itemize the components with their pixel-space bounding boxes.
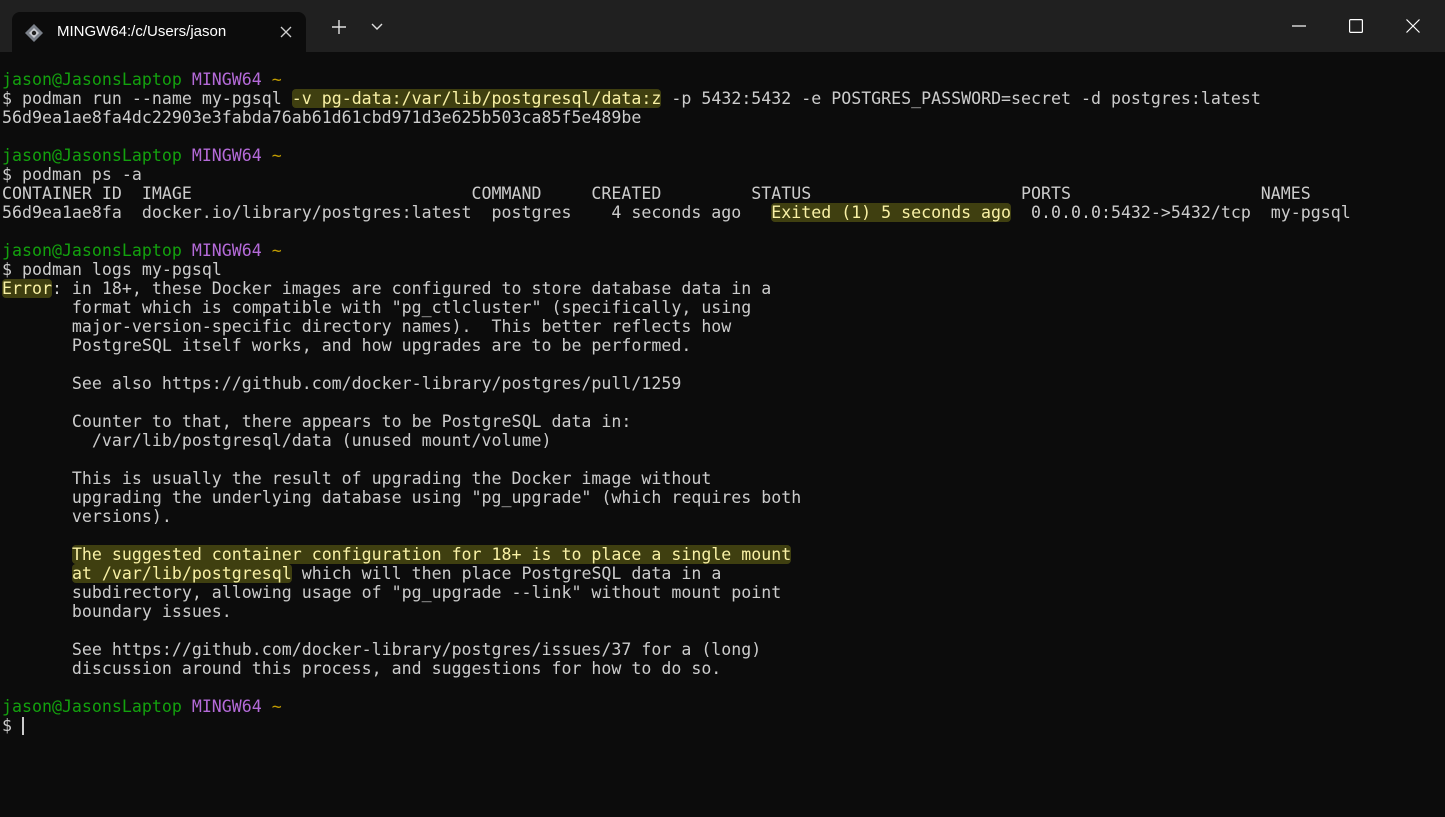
log-line: discussion around this process, and sugg… — [2, 659, 722, 678]
prompt-symbol: $ — [2, 260, 12, 279]
maximize-button[interactable] — [1327, 0, 1385, 52]
close-icon — [1406, 19, 1420, 33]
prompt-host: MINGW64 — [191, 697, 262, 716]
prompt-symbol: $ — [2, 165, 12, 184]
run-command-rest: -p 5432:5432 -e POSTGRES_PASSWORD=secret… — [661, 89, 1261, 108]
maximize-icon — [1349, 19, 1363, 33]
prompt-line: jason@JasonsLaptop MINGW64 ~ — [2, 70, 282, 89]
log-indent — [2, 564, 72, 583]
log-line: See also https://github.com/docker-libra… — [2, 374, 682, 393]
ps-command: podman ps -a — [22, 165, 142, 184]
log-line: format which is compatible with "pg_ctlc… — [2, 298, 752, 317]
plus-icon — [332, 20, 346, 34]
prompt-line: jason@JasonsLaptop MINGW64 ~ — [2, 697, 282, 716]
ps-header-left: CONTAINER ID IMAGE COMMAND CREATED — [2, 184, 752, 203]
command-line: $ podman run --name my-pgsql -v pg-data:… — [2, 89, 1261, 108]
log-line: /var/lib/postgresql/data (unused mount/v… — [2, 431, 552, 450]
prompt-host: MINGW64 — [191, 70, 262, 89]
ps-table-header: CONTAINER ID IMAGE COMMAND CREATED STATU… — [2, 184, 1311, 203]
log-line: versions). — [2, 507, 172, 526]
prompt-user: jason@JasonsLaptop — [2, 70, 182, 89]
text-cursor — [22, 717, 24, 735]
title-bar[interactable]: MINGW64:/c/Users/jason — [0, 0, 1445, 52]
ps-row-left: 56d9ea1ae8fa docker.io/library/postgres:… — [2, 203, 772, 222]
terminal-tab[interactable]: MINGW64:/c/Users/jason — [12, 12, 306, 52]
prompt-path: ~ — [271, 241, 282, 260]
close-window-button[interactable] — [1384, 0, 1442, 52]
log-line: Error: in 18+, these Docker images are c… — [2, 279, 771, 298]
prompt-line: jason@JasonsLaptop MINGW64 ~ — [2, 146, 282, 165]
prompt-path: ~ — [271, 146, 282, 165]
log-line: boundary issues. — [2, 602, 232, 621]
log-indent — [2, 545, 72, 564]
log-line: The suggested container configuration fo… — [2, 545, 792, 564]
log-line: Counter to that, there appears to be Pos… — [2, 412, 632, 431]
highlight-mount-path: at /var/lib/postgresql — [71, 564, 292, 583]
logs-command: podman logs my-pgsql — [22, 260, 222, 279]
run-command: podman run --name my-pgsql — [22, 89, 292, 108]
ps-table-row: 56d9ea1ae8fa docker.io/library/postgres:… — [2, 203, 1351, 222]
prompt-path: ~ — [271, 70, 282, 89]
prompt-host: MINGW64 — [191, 241, 262, 260]
highlight-volume-flag: -v pg-data:/var/lib/postgresql/data:z — [291, 89, 662, 108]
prompt-user: jason@JasonsLaptop — [2, 146, 182, 165]
new-tab-button[interactable] — [326, 14, 352, 40]
prompt-symbol: $ — [2, 716, 12, 735]
log-text: which will then place PostgreSQL data in… — [291, 564, 722, 583]
prompt-symbol: $ — [2, 89, 12, 108]
minimize-button[interactable] — [1270, 0, 1328, 52]
ps-row-right: 0.0.0.0:5432->5432/tcp my-pgsql — [1011, 203, 1351, 222]
prompt-host: MINGW64 — [191, 146, 262, 165]
error-label: Error — [2, 279, 52, 298]
status-exited-highlight: Exited (1) 5 seconds ago — [771, 203, 1012, 222]
chevron-down-icon — [371, 23, 383, 30]
prompt-user: jason@JasonsLaptop — [2, 241, 182, 260]
git-bash-icon — [25, 24, 43, 42]
command-line: $ podman ps -a — [2, 165, 142, 184]
prompt-path: ~ — [271, 697, 282, 716]
command-line: $ podman logs my-pgsql — [2, 260, 222, 279]
log-line: PostgreSQL itself works, and how upgrade… — [2, 336, 692, 355]
close-icon — [280, 26, 292, 38]
ps-header-right: STATUS PORTS NAMES — [751, 184, 1311, 203]
terminal-window: MINGW64:/c/Users/jason jason@JasonsLapto… — [0, 0, 1445, 817]
log-line: at /var/lib/postgresql which will then p… — [2, 564, 721, 583]
terminal-output[interactable]: jason@JasonsLaptop MINGW64 ~ $ podman ru… — [0, 52, 1445, 817]
log-line: This is usually the result of upgrading … — [2, 469, 712, 488]
command-line[interactable]: $ — [2, 716, 12, 735]
tab-title: MINGW64:/c/Users/jason — [57, 23, 227, 40]
prompt-user: jason@JasonsLaptop — [2, 697, 182, 716]
log-line: subdirectory, allowing usage of "pg_upgr… — [2, 583, 782, 602]
highlight-suggested-config: The suggested container configuration fo… — [71, 545, 792, 564]
tab-dropdown-button[interactable] — [364, 14, 390, 40]
log-line: major-version-specific directory names).… — [2, 317, 732, 336]
minimize-icon — [1292, 25, 1306, 27]
log-text: : in 18+, these Docker images are config… — [51, 279, 772, 298]
tab-close-button[interactable] — [276, 22, 296, 42]
container-id-output: 56d9ea1ae8fa4dc22903e3fabda76ab61d61cbd9… — [2, 108, 642, 127]
log-line: upgrading the underlying database using … — [2, 488, 802, 507]
prompt-line: jason@JasonsLaptop MINGW64 ~ — [2, 241, 282, 260]
log-line: See https://github.com/docker-library/po… — [2, 640, 762, 659]
